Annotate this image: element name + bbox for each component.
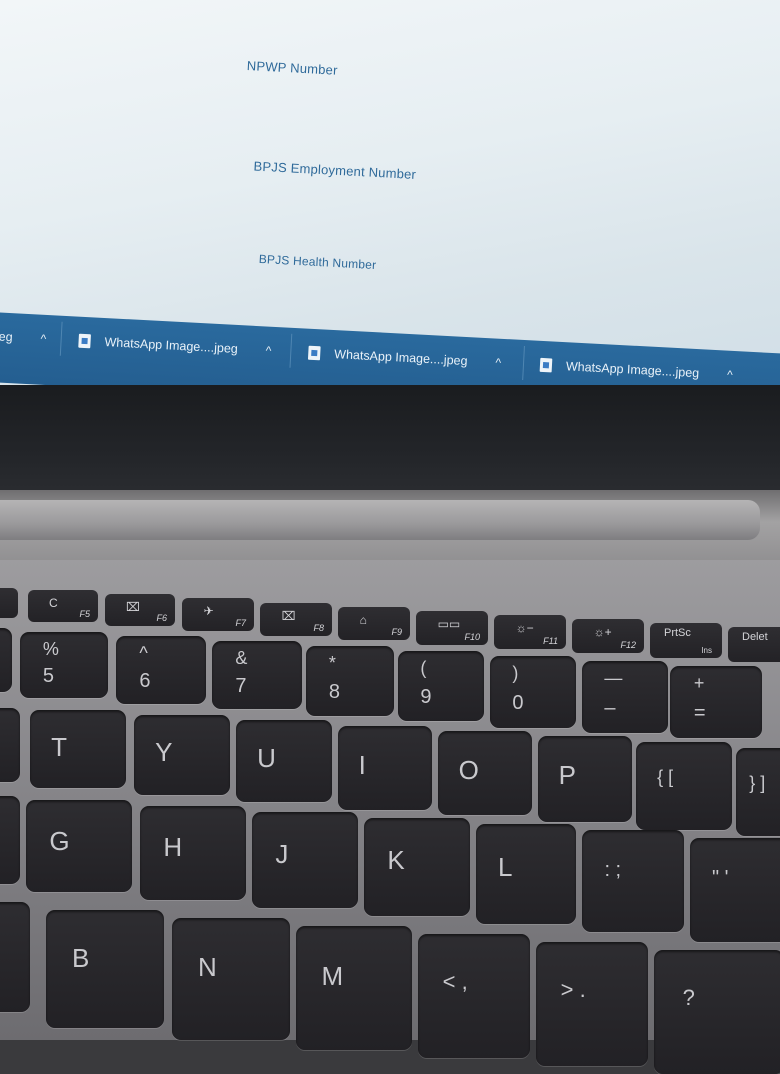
key-m[interactable]: M xyxy=(296,926,412,1050)
screen-bezel xyxy=(0,385,780,500)
key-j[interactable]: J xyxy=(252,812,358,908)
chevron-up-icon[interactable]: ^ xyxy=(265,343,271,357)
image-file-icon xyxy=(539,357,553,373)
touchpad-off-icon: ⌧ xyxy=(126,600,140,614)
key-left-bracket[interactable]: { [ xyxy=(636,742,732,830)
key-quote[interactable]: " ' xyxy=(690,838,780,942)
key-b[interactable]: B xyxy=(46,910,164,1028)
download-item-partial[interactable]: eg ^ xyxy=(0,323,47,353)
key-n[interactable]: N xyxy=(172,918,290,1040)
brightness-down-icon: ☼− xyxy=(515,621,534,635)
lock-icon: ⌂ xyxy=(359,613,367,627)
camera-off-icon: ⌧ xyxy=(281,609,296,623)
download-filename: WhatsApp Image....jpeg xyxy=(104,335,239,357)
key-f12[interactable]: ☼+ F12 xyxy=(572,619,644,653)
key-f5[interactable]: C F5 xyxy=(28,590,98,622)
brightness-up-icon: ☼+ xyxy=(593,625,612,639)
download-filename-partial: eg xyxy=(0,329,13,345)
key-partial[interactable] xyxy=(0,708,20,782)
divider xyxy=(522,345,525,380)
key-comma[interactable]: < , xyxy=(418,934,530,1058)
function-key-partial[interactable] xyxy=(0,588,18,618)
key-h[interactable]: H xyxy=(140,806,246,900)
key-l[interactable]: L xyxy=(476,824,576,924)
divider xyxy=(289,333,293,368)
key-prtsc[interactable]: PrtSc Ins xyxy=(650,623,722,658)
display-switch-icon: ▭▭ xyxy=(437,617,461,631)
key-f6[interactable]: ⌧ F6 xyxy=(105,594,175,626)
key-g[interactable]: G xyxy=(26,800,132,892)
chevron-up-icon[interactable]: ^ xyxy=(495,356,501,370)
key-partial[interactable] xyxy=(0,796,20,884)
key-f7[interactable]: ✈ F7 xyxy=(182,598,254,631)
download-item-2[interactable]: WhatsApp Image....jpeg ^ xyxy=(307,339,502,377)
key-5[interactable]: % 5 xyxy=(20,632,108,698)
key-period[interactable]: > . xyxy=(536,942,648,1066)
chevron-up-icon[interactable]: ^ xyxy=(727,368,733,382)
bpjs-health-number-label: BPJS Health Number xyxy=(258,251,377,273)
key-f11[interactable]: ☼− F11 xyxy=(494,615,566,649)
key-f9[interactable]: ⌂ F9 xyxy=(338,607,410,640)
bpjs-employment-number-label: BPJS Employment Number xyxy=(253,158,417,183)
key-o[interactable]: O xyxy=(438,731,532,815)
hinge-bar xyxy=(0,500,760,540)
key-f10[interactable]: ▭▭ F10 xyxy=(416,611,488,645)
key-right-bracket[interactable]: } ] xyxy=(736,748,780,836)
key-6[interactable]: ^ 6 xyxy=(116,636,206,704)
key-equals[interactable]: + = xyxy=(670,666,762,738)
key-t[interactable]: T xyxy=(30,710,126,788)
key-i[interactable]: I xyxy=(338,726,432,810)
key-slash[interactable]: ? xyxy=(654,950,780,1074)
image-file-icon xyxy=(307,345,321,361)
airplane-icon: ✈ xyxy=(203,604,214,618)
npwp-number-label: NPWP Number xyxy=(246,58,339,78)
key-semicolon[interactable]: : ; xyxy=(582,830,684,932)
download-filename: WhatsApp Image....jpeg xyxy=(565,359,700,381)
key-9[interactable]: (9 xyxy=(398,651,484,721)
key-p[interactable]: P xyxy=(538,736,632,822)
key-partial[interactable] xyxy=(0,902,30,1012)
key-delete[interactable]: Delet xyxy=(728,627,780,662)
key-u[interactable]: U xyxy=(236,720,332,802)
laptop-screen: NPWP Number BPJS Employment Number BPJS … xyxy=(0,0,780,420)
key-partial[interactable] xyxy=(0,628,12,692)
key-k[interactable]: K xyxy=(364,818,470,916)
key-minus[interactable]: — – xyxy=(582,661,668,733)
key-y[interactable]: Y xyxy=(134,715,230,795)
image-file-icon xyxy=(78,333,91,349)
refresh-icon: C xyxy=(49,596,58,610)
key-7[interactable]: & 7 xyxy=(212,641,302,709)
divider xyxy=(59,321,63,356)
key-0[interactable]: ) 0 xyxy=(490,656,576,728)
download-item-3[interactable]: WhatsApp Image....jpeg ^ xyxy=(539,351,733,389)
chevron-up-icon[interactable]: ^ xyxy=(40,332,46,346)
key-f8[interactable]: ⌧ F8 xyxy=(260,603,332,636)
download-filename: WhatsApp Image....jpeg xyxy=(333,347,468,369)
download-item-1[interactable]: WhatsApp Image....jpeg ^ xyxy=(78,327,272,365)
key-8[interactable]: * 8 xyxy=(306,646,394,716)
